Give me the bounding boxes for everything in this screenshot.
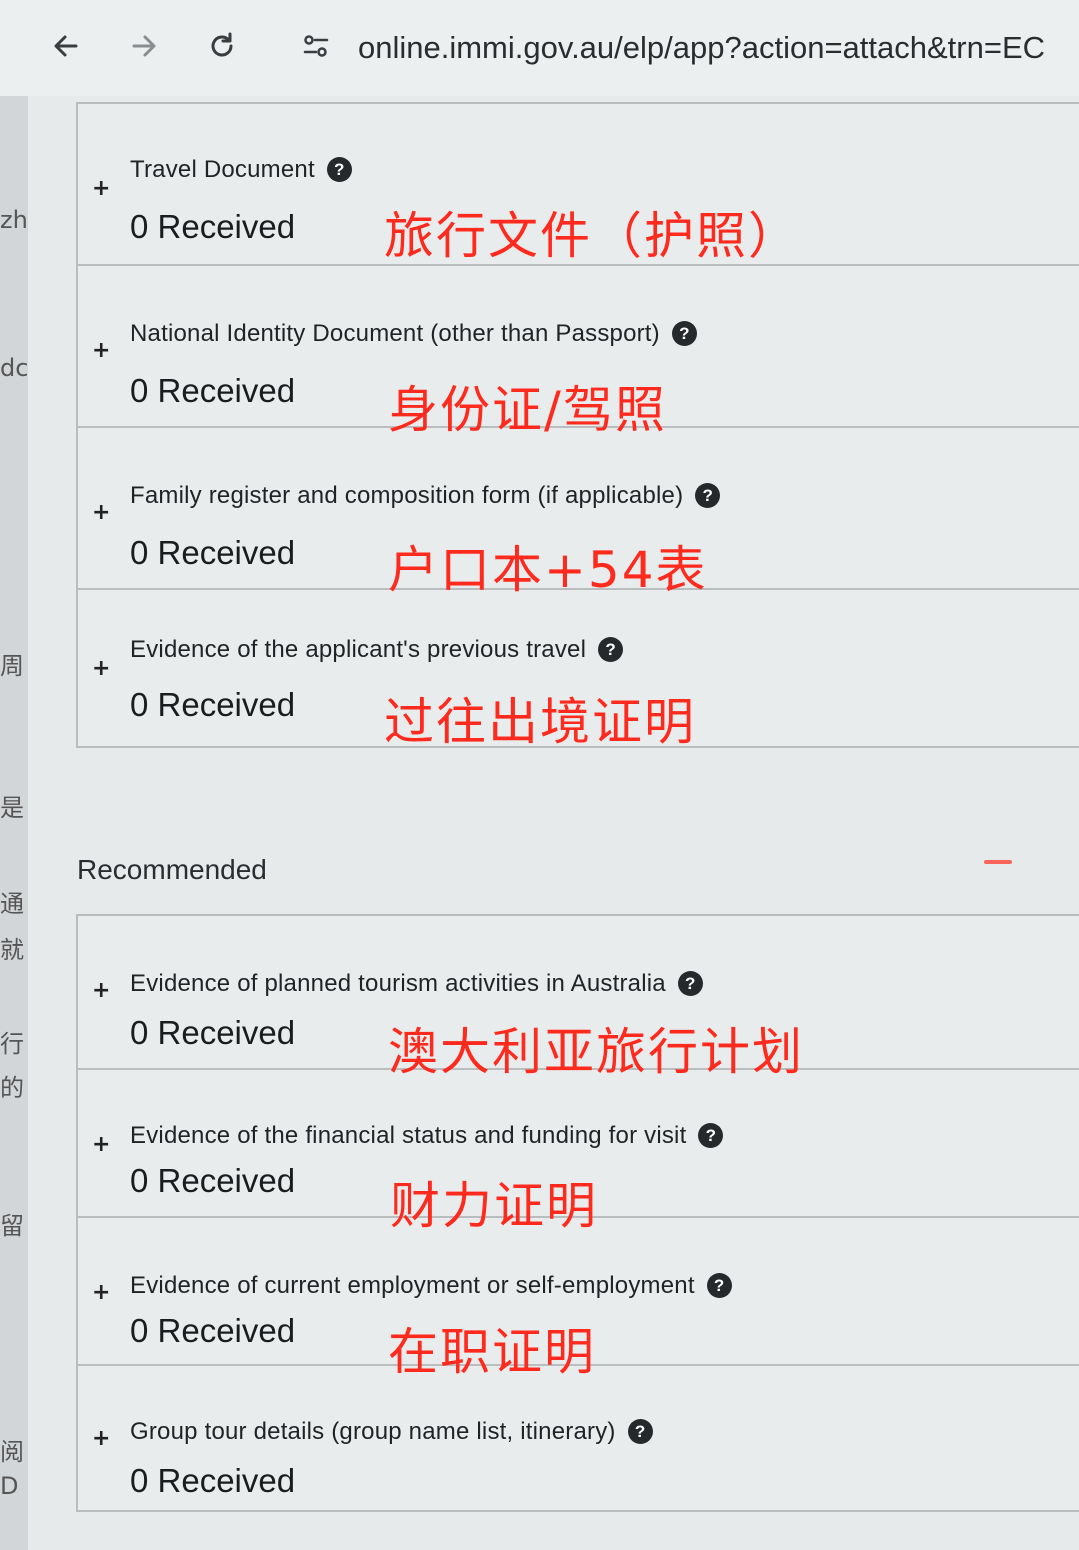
received-count: 0 Received	[130, 1312, 296, 1349]
site-settings-button[interactable]	[292, 22, 340, 70]
received-count: 0 Received	[130, 1162, 296, 1199]
help-icon[interactable]: ?	[627, 1419, 653, 1444]
expand-plus-icon[interactable]: +	[92, 500, 110, 525]
received-count: 0 Received	[130, 208, 296, 245]
document-row: + National Identity Document (other than…	[78, 266, 1079, 439]
edge-fragment: 留	[0, 1212, 24, 1240]
document-title: Evidence of planned tourism activities i…	[130, 970, 703, 998]
chinese-annotation: 过往出境证明	[384, 693, 696, 751]
received-count: 0 Received	[130, 686, 296, 723]
document-row: + Evidence of planned tourism activities…	[78, 916, 1079, 1081]
help-icon[interactable]: ?	[671, 321, 697, 346]
browser-toolbar: online.immi.gov.au/elp/app?action=attach…	[0, 0, 1079, 96]
attachments-page: + Travel Document? 0 Received 旅行文件（护照） +…	[28, 96, 1079, 1550]
address-bar[interactable]: online.immi.gov.au/elp/app?action=attach…	[358, 30, 1045, 66]
edge-fragment: 的	[0, 1074, 24, 1102]
edge-fragment: 周	[0, 652, 24, 680]
document-row: + Evidence of the applicant's previous t…	[78, 590, 1079, 751]
received-count: 0 Received	[130, 534, 296, 571]
document-row: + Travel Document? 0 Received 旅行文件（护照）	[78, 104, 1079, 266]
forward-button[interactable]	[120, 22, 168, 70]
reload-icon	[211, 32, 233, 57]
recommended-heading: Recommended	[77, 854, 267, 885]
document-title: Group tour details (group name list, iti…	[130, 1418, 653, 1446]
annotation-mark	[984, 860, 1012, 864]
edge-fragment: 通	[0, 890, 24, 918]
back-button[interactable]	[42, 22, 90, 70]
recommended-documents-panel: + Evidence of planned tourism activities…	[76, 914, 1079, 1512]
help-icon[interactable]: ?	[698, 1123, 724, 1148]
received-count: 0 Received	[130, 372, 296, 409]
help-icon[interactable]: ?	[706, 1273, 732, 1298]
document-row: + Family register and composition form (…	[78, 428, 1079, 599]
document-title: Family register and composition form (if…	[130, 482, 721, 510]
edge-fragment: 阅	[0, 1438, 24, 1466]
edge-fragment: zh	[0, 206, 28, 234]
edge-fragment: 就	[0, 936, 24, 964]
document-row: + Group tour details (group name list, i…	[78, 1366, 1079, 1508]
expand-plus-icon[interactable]: +	[92, 656, 110, 681]
help-icon[interactable]: ?	[695, 483, 721, 508]
reload-button[interactable]	[198, 22, 246, 70]
background-window-edge: zh dc 周 是 通 就 行 的 留 阅 D	[0, 96, 28, 1550]
expand-plus-icon[interactable]: +	[92, 1132, 110, 1157]
document-title: Evidence of the applicant's previous tra…	[130, 636, 624, 664]
document-title: National Identity Document (other than P…	[130, 320, 697, 348]
help-icon[interactable]: ?	[326, 157, 352, 182]
received-count: 0 Received	[130, 1014, 296, 1051]
expand-plus-icon[interactable]: +	[92, 1426, 110, 1451]
document-title: Evidence of current employment or self-e…	[130, 1272, 732, 1300]
help-icon[interactable]: ?	[677, 971, 703, 996]
back-arrow-icon	[54, 35, 78, 57]
expand-plus-icon[interactable]: +	[92, 338, 110, 363]
document-title: Evidence of the financial status and fun…	[130, 1122, 724, 1150]
expand-plus-icon[interactable]: +	[92, 176, 110, 201]
expand-plus-icon[interactable]: +	[92, 978, 110, 1003]
document-title: Travel Document?	[130, 156, 352, 184]
edge-fragment: 行	[0, 1030, 24, 1058]
chinese-annotation: 旅行文件（护照）	[384, 207, 800, 265]
edge-fragment: 是	[0, 794, 24, 822]
document-row: + Evidence of current employment or self…	[78, 1218, 1079, 1381]
edge-fragment: dc	[0, 354, 28, 382]
help-icon[interactable]: ?	[598, 637, 624, 662]
document-row: + Evidence of the financial status and f…	[78, 1070, 1079, 1235]
tune-icon	[303, 35, 329, 57]
required-documents-panel: + Travel Document? 0 Received 旅行文件（护照） +…	[76, 102, 1079, 751]
forward-arrow-icon	[132, 35, 156, 57]
edge-fragment: D	[0, 1472, 19, 1500]
received-count: 0 Received	[130, 1462, 296, 1499]
expand-plus-icon[interactable]: +	[92, 1280, 110, 1305]
